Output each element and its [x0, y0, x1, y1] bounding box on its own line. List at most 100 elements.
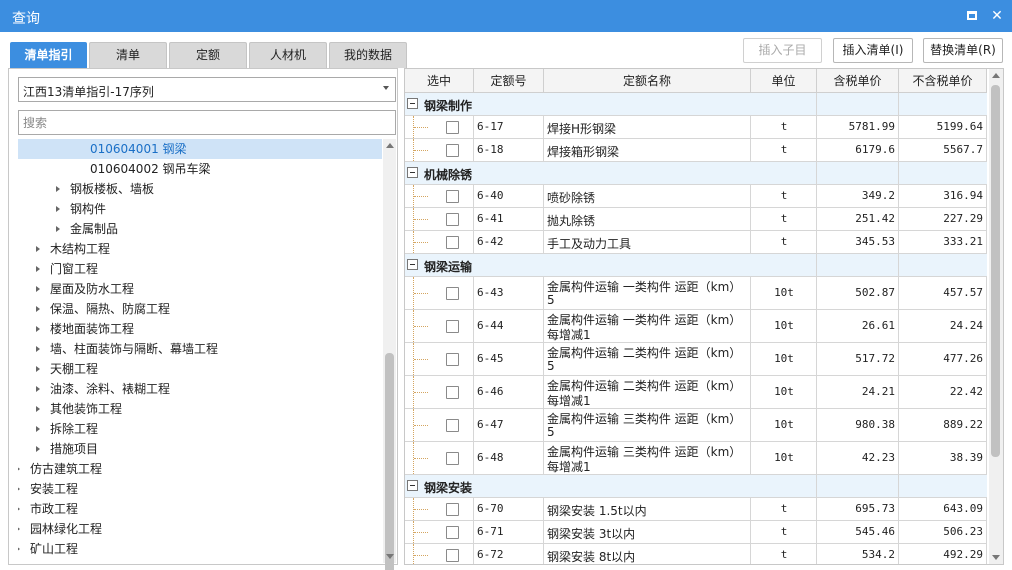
- table-row[interactable]: 6-18 焊接箱形钢梁 t 6179.6 5567.7: [405, 139, 987, 162]
- select-checkbox[interactable]: [446, 503, 459, 516]
- tree-item[interactable]: 其他装饰工程: [18, 399, 382, 419]
- column-header[interactable]: 选中: [405, 69, 474, 93]
- select-checkbox[interactable]: [446, 121, 459, 134]
- column-header[interactable]: 含税单价: [817, 69, 899, 93]
- tree-item[interactable]: 市政工程: [18, 499, 382, 519]
- scroll-up-icon[interactable]: [386, 143, 394, 148]
- table-row[interactable]: 6-42 手工及动力工具 t 345.53 333.21: [405, 231, 987, 254]
- column-header[interactable]: 单位: [751, 69, 817, 93]
- select-checkbox[interactable]: [446, 526, 459, 539]
- tab-list[interactable]: 清单: [89, 42, 167, 68]
- caret-right-icon[interactable]: [36, 266, 40, 272]
- tab-quota[interactable]: 定额: [169, 42, 247, 68]
- caret-right-icon[interactable]: [36, 366, 40, 372]
- caret-right-icon[interactable]: [56, 186, 60, 192]
- scroll-up-icon[interactable]: [992, 73, 1000, 78]
- tree-item[interactable]: 墙、柱面装饰与隔断、幕墙工程: [18, 339, 382, 359]
- tree-item[interactable]: 措施项目: [18, 439, 382, 459]
- tree-item[interactable]: 保温、隔热、防腐工程: [18, 299, 382, 319]
- column-header[interactable]: 定额号: [474, 69, 544, 93]
- caret-right-icon[interactable]: [18, 546, 20, 552]
- select-checkbox[interactable]: [446, 236, 459, 249]
- table-row[interactable]: 6-47 金属构件运输 三类构件 运距（km） 5 10t 980.38 889.22: [405, 409, 987, 442]
- insert-child-button[interactable]: 插入子目: [743, 38, 822, 63]
- tree-item[interactable]: 天棚工程: [18, 359, 382, 379]
- tree-item[interactable]: 油漆、涂料、裱糊工程: [18, 379, 382, 399]
- table-row[interactable]: 6-17 焊接H形钢梁 t 5781.99 5199.64: [405, 116, 987, 139]
- select-checkbox[interactable]: [446, 213, 459, 226]
- table-row[interactable]: 6-70 钢梁安装 1.5t以内 t 695.73 643.09: [405, 498, 987, 521]
- select-checkbox[interactable]: [446, 419, 459, 432]
- caret-right-icon[interactable]: [36, 406, 40, 412]
- maximize-icon[interactable]: [962, 6, 982, 26]
- caret-right-icon[interactable]: [18, 466, 20, 472]
- search-field[interactable]: [18, 110, 396, 135]
- tree-item[interactable]: 钢板楼板、墙板: [18, 179, 382, 199]
- tree-item[interactable]: 仿古建筑工程: [18, 459, 382, 479]
- select-checkbox[interactable]: [446, 144, 459, 157]
- caret-right-icon[interactable]: [36, 386, 40, 392]
- collapse-icon[interactable]: [407, 480, 418, 491]
- table-row[interactable]: 6-44 金属构件运输 一类构件 运距（km） 每增减1 10t 26.61 24.24: [405, 310, 987, 343]
- select-checkbox[interactable]: [446, 353, 459, 366]
- scroll-down-icon[interactable]: [992, 555, 1000, 560]
- tree-item[interactable]: 矿山工程: [18, 539, 382, 559]
- table-row[interactable]: 6-45 金属构件运输 二类构件 运距（km） 5 10t 517.72 477.26: [405, 343, 987, 376]
- caret-right-icon[interactable]: [36, 246, 40, 252]
- caret-right-icon[interactable]: [36, 346, 40, 352]
- caret-right-icon[interactable]: [36, 426, 40, 432]
- caret-right-icon[interactable]: [56, 206, 60, 212]
- table-scrollbar[interactable]: [989, 69, 1003, 564]
- replace-list-button[interactable]: 替换清单(R): [923, 38, 1003, 63]
- tree-item[interactable]: 010604002 钢吊车梁: [18, 159, 382, 179]
- guide-library-dropdown[interactable]: 江西13清单指引-17序列: [18, 77, 396, 102]
- caret-right-icon[interactable]: [36, 446, 40, 452]
- select-checkbox[interactable]: [446, 320, 459, 333]
- caret-right-icon[interactable]: [36, 286, 40, 292]
- caret-right-icon[interactable]: [36, 306, 40, 312]
- tree-item[interactable]: 钢构件: [18, 199, 382, 219]
- table-row[interactable]: 6-71 钢梁安装 3t以内 t 545.46 506.23: [405, 521, 987, 544]
- tab-list-guide[interactable]: 清单指引: [10, 42, 87, 68]
- collapse-icon[interactable]: [407, 167, 418, 178]
- insert-list-button[interactable]: 插入清单(I): [833, 38, 913, 63]
- tree-item[interactable]: 门窗工程: [18, 259, 382, 279]
- tree-item[interactable]: 金属制品: [18, 219, 382, 239]
- tree-item[interactable]: 安装工程: [18, 479, 382, 499]
- tree-scroll-thumb[interactable]: [385, 353, 394, 570]
- select-checkbox[interactable]: [446, 190, 459, 203]
- caret-right-icon[interactable]: [18, 526, 20, 532]
- caret-right-icon[interactable]: [18, 506, 20, 512]
- group-row[interactable]: 钢梁制作: [405, 93, 987, 116]
- tree-item[interactable]: 园林绿化工程: [18, 519, 382, 539]
- tree-item[interactable]: 010604001 钢梁: [18, 139, 382, 159]
- select-checkbox[interactable]: [446, 452, 459, 465]
- table-scroll-thumb[interactable]: [991, 85, 1000, 457]
- tree-scrollbar[interactable]: [383, 139, 396, 570]
- collapse-icon[interactable]: [407, 259, 418, 270]
- tab-labor-material-machine[interactable]: 人材机: [249, 42, 327, 68]
- table-row[interactable]: 6-46 金属构件运输 二类构件 运距（km） 每增减1 10t 24.21 22.42: [405, 376, 987, 409]
- select-checkbox[interactable]: [446, 287, 459, 300]
- caret-right-icon[interactable]: [56, 226, 60, 232]
- group-row[interactable]: 钢梁运输: [405, 254, 987, 277]
- tree-item[interactable]: 拆除工程: [18, 419, 382, 439]
- table-row[interactable]: 6-72 钢梁安装 8t以内 t 534.2 492.29: [405, 544, 987, 564]
- group-row[interactable]: 机械除锈: [405, 162, 987, 185]
- scroll-down-icon[interactable]: [386, 554, 394, 559]
- table-row[interactable]: 6-43 金属构件运输 一类构件 运距（km） 5 10t 502.87 457.57: [405, 277, 987, 310]
- search-input[interactable]: [19, 111, 395, 134]
- caret-right-icon[interactable]: [18, 486, 20, 492]
- column-header[interactable]: 定额名称: [544, 69, 751, 93]
- select-checkbox[interactable]: [446, 386, 459, 399]
- select-checkbox[interactable]: [446, 549, 459, 562]
- close-icon[interactable]: ✕: [987, 6, 1007, 26]
- tree-item[interactable]: 木结构工程: [18, 239, 382, 259]
- collapse-icon[interactable]: [407, 98, 418, 109]
- caret-right-icon[interactable]: [36, 326, 40, 332]
- tree-item[interactable]: 屋面及防水工程: [18, 279, 382, 299]
- tree-item[interactable]: 楼地面装饰工程: [18, 319, 382, 339]
- table-row[interactable]: 6-41 抛丸除锈 t 251.42 227.29: [405, 208, 987, 231]
- tab-my-data[interactable]: 我的数据: [329, 42, 407, 68]
- table-row[interactable]: 6-48 金属构件运输 三类构件 运距（km） 每增减1 10t 42.23 38.39: [405, 442, 987, 475]
